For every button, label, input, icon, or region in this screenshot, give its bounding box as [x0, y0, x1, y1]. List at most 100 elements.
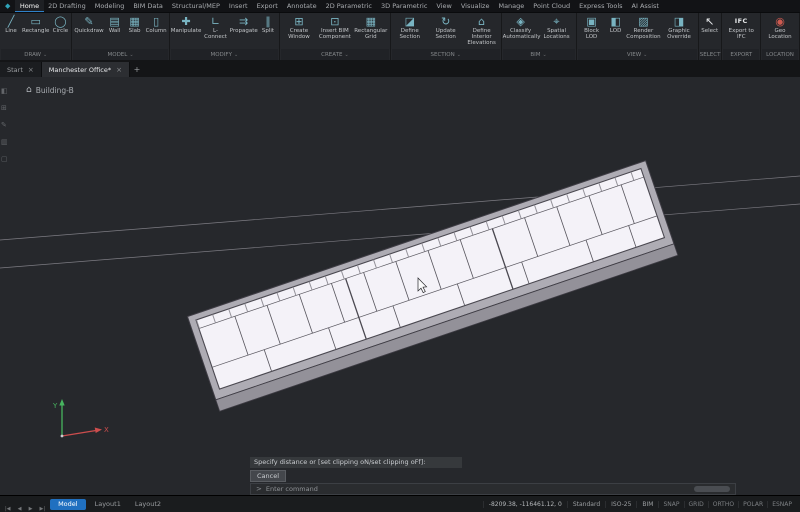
menu-item-2d-drafting[interactable]: 2D Drafting [44, 0, 91, 12]
tool-rectangle[interactable]: ▭ Rectangle [21, 13, 50, 34]
new-tab-button[interactable]: + [130, 62, 144, 77]
menu-item-modeling[interactable]: Modeling [90, 0, 129, 12]
tool-label: Select [701, 28, 719, 34]
current-style-field[interactable]: Standard [566, 500, 605, 508]
tool-column[interactable]: ▯ Column [145, 13, 168, 34]
menu-item-home[interactable]: Home [15, 0, 44, 12]
tool-circle[interactable]: ◯ Circle [50, 13, 70, 34]
document-tab-bar: Start × Manchester Office* × + [0, 60, 800, 77]
tool-insert-bim-component[interactable]: ⊡ Insert BIM Component [317, 13, 353, 40]
menu-item-ai-assist[interactable]: AI Assist [627, 0, 663, 12]
menu-item-view[interactable]: View [432, 0, 456, 12]
tool-split[interactable]: ∥ Split [258, 13, 278, 34]
workspace-field[interactable]: BIM [636, 500, 658, 508]
edit-icon[interactable]: ✎ [1, 121, 8, 129]
menu-item-bim-data[interactable]: BIM Data [129, 0, 168, 12]
model-canvas[interactable]: Y X [0, 77, 800, 495]
menu-item-3d-parametric[interactable]: 3D Parametric [377, 0, 432, 12]
ribbon-group-label-export[interactable]: EXPORT [723, 49, 760, 60]
prev-layout-icon[interactable]: ◀ [17, 506, 23, 512]
tool-update-section[interactable]: ↻ Update Section [428, 13, 464, 40]
tool-graphic-override[interactable]: ◨ Graphic Override [661, 13, 697, 40]
snap-toggle[interactable]: SNAP [658, 500, 683, 508]
menu-item-insert[interactable]: Insert [224, 0, 252, 12]
tool-wall[interactable]: ▤ Wall [105, 13, 125, 34]
building-model[interactable] [186, 159, 679, 412]
layout1-tab[interactable]: Layout1 [90, 500, 126, 508]
globe-icon: ◉ [775, 15, 785, 28]
group-label-text: DRAW [24, 51, 41, 58]
grid-axis-line[interactable] [0, 175, 800, 241]
tool-line[interactable]: ╱ Line [1, 13, 21, 34]
tool-label: Wall [108, 28, 121, 34]
ribbon-group-label-location[interactable]: LOCATION [762, 49, 798, 60]
close-icon[interactable]: × [28, 66, 34, 74]
next-layout-icon[interactable]: ▶ [28, 506, 34, 512]
tool-render-composition[interactable]: ▨ Render Composition [626, 13, 662, 40]
doc-tab-label: Manchester Office* [48, 65, 112, 74]
panel-icon[interactable]: ◧ [1, 87, 8, 95]
menu-item-structural-mep[interactable]: Structural/MEP [167, 0, 224, 12]
graphic-override-icon: ◨ [673, 15, 685, 28]
grid-toggle[interactable]: GRID [683, 500, 708, 508]
ribbon-group-label-modify[interactable]: MODIFY ⌄ [170, 49, 278, 60]
propagate-icon: ⇉ [239, 15, 249, 28]
menu-item-annotate[interactable]: Annotate [282, 0, 321, 12]
ribbon-group-label-draw[interactable]: DRAW ⌄ [1, 49, 71, 60]
menu-item-visualize[interactable]: Visualize [456, 0, 494, 12]
tool-select[interactable]: ↖ Select [700, 13, 720, 34]
tool-export-to-ifc[interactable]: IFC Export to IFC [723, 13, 759, 40]
menu-item-2d-parametric[interactable]: 2D Parametric [321, 0, 376, 12]
grid-panel-icon[interactable]: ⊞ [1, 104, 8, 112]
ribbon-group-modify: ✚ Manipulate ∟ L-Connect ⇉ Propagate ∥ Split… [170, 13, 280, 60]
tool-l-connect[interactable]: ∟ L-Connect [201, 13, 229, 40]
cancel-button[interactable]: Cancel [250, 470, 287, 482]
layers-icon[interactable]: ▥ [1, 138, 8, 146]
tool-classify-automatically[interactable]: ◈ Classify Automatically [503, 13, 541, 40]
ribbon-group-view: ▣ Block LOD ◧ LOD ▨ Render Composition ◨ Gra… [577, 13, 699, 60]
menu-item-export[interactable]: Export [252, 0, 282, 12]
tool-define-section[interactable]: ◪ Define Section [392, 13, 428, 40]
split-icon: ∥ [265, 15, 271, 28]
ribbon-group-label-section[interactable]: SECTION ⌄ [391, 49, 500, 60]
layout2-tab[interactable]: Layout2 [130, 500, 166, 508]
command-input[interactable]: > Enter command [250, 483, 736, 495]
tool-slab[interactable]: ▦ Slab [125, 13, 145, 34]
tool-geo-location[interactable]: ◉ Geo Location [762, 13, 798, 40]
tool-rectangular-grid[interactable]: ▦ Rectangular Grid [353, 13, 389, 40]
tool-propagate[interactable]: ⇉ Propagate [230, 13, 258, 34]
dim-style-field[interactable]: ISO-25 [605, 500, 636, 508]
ribbon-group-label-model[interactable]: MODEL ⌄ [73, 49, 168, 60]
doc-tab-start[interactable]: Start × [0, 62, 42, 77]
last-layout-icon[interactable]: ▶| [39, 506, 47, 512]
model-tab[interactable]: Model [50, 498, 86, 510]
tool-label: Graphic Override [667, 28, 691, 40]
tool-quickdraw[interactable]: ✎ Quickdraw [73, 13, 104, 34]
esnap-toggle[interactable]: ESNAP [767, 500, 796, 508]
breadcrumb[interactable]: ⌂ Building-B [26, 85, 74, 95]
menu-item-express-tools[interactable]: Express Tools [575, 0, 627, 12]
viewport-3d[interactable]: ⌂ Building-B ◧ ⊞ ✎ ▥ ▢ Y X Specify dista… [0, 77, 800, 495]
ribbon-group-label-bim[interactable]: BIM ⌄ [502, 49, 575, 60]
tool-manipulate[interactable]: ✚ Manipulate [171, 13, 202, 34]
ribbon-group-label-create[interactable]: CREATE ⌄ [280, 49, 389, 60]
tool-define-interior-elevations[interactable]: ⌂ Define Interior Elevations [464, 13, 500, 46]
first-layout-icon[interactable]: |◀ [4, 506, 12, 512]
frame-icon[interactable]: ▢ [1, 155, 8, 163]
doc-tab-manchester-office[interactable]: Manchester Office* × [41, 62, 130, 77]
command-bar-handle[interactable] [694, 486, 730, 492]
app-logo-icon[interactable]: ◆ [0, 2, 15, 10]
tool-spatial-locations[interactable]: ⌖ Spatial Locations [539, 13, 575, 40]
tool-create-window[interactable]: ⊞ Create Window [281, 13, 317, 40]
ortho-toggle[interactable]: ORTHO [707, 500, 738, 508]
ribbon-group-label-view[interactable]: VIEW ⌄ [577, 49, 697, 60]
tool-lod[interactable]: ◧ LOD [606, 13, 626, 34]
tool-block-lod[interactable]: ▣ Block LOD [578, 13, 606, 40]
ucs-x-label: X [104, 426, 109, 434]
ribbon-group-draw: ╱ Line ▭ Rectangle ◯ Circle DRAW ⌄ [0, 13, 73, 60]
menu-item-point-cloud[interactable]: Point Cloud [529, 0, 575, 12]
close-icon[interactable]: × [116, 66, 122, 74]
ribbon-group-label-select[interactable]: SELECT [699, 49, 721, 60]
polar-toggle[interactable]: POLAR [738, 500, 767, 508]
menu-item-manage[interactable]: Manage [494, 0, 529, 12]
